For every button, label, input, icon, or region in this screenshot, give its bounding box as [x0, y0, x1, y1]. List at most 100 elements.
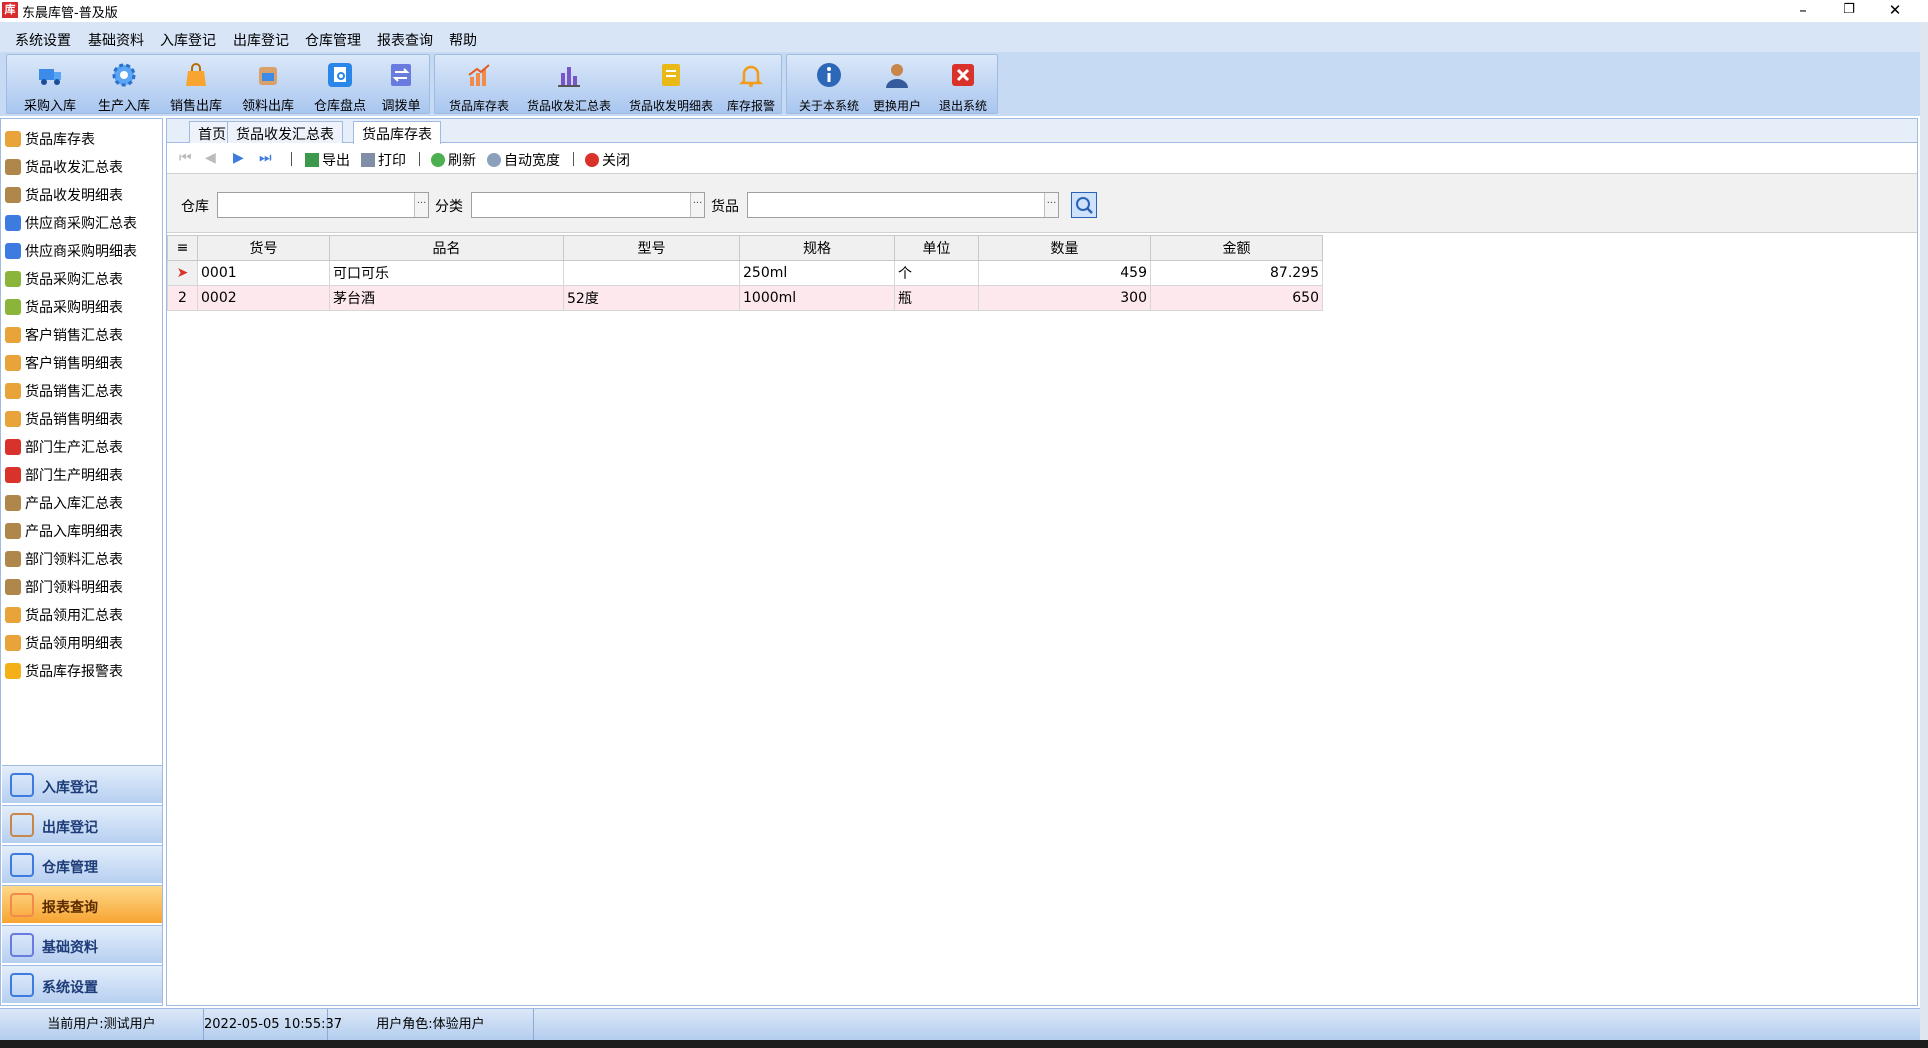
row-indicator-header[interactable]: ≡: [167, 235, 198, 261]
menu-stock-in[interactable]: 入库登记: [160, 30, 216, 50]
goods-select[interactable]: ···: [747, 192, 1059, 218]
cell-name[interactable]: 可口可乐: [329, 260, 564, 286]
cell-spec[interactable]: 1000ml: [739, 285, 895, 311]
next-record-button[interactable]: ▶: [233, 150, 244, 166]
tab-goods-summary[interactable]: 货品收发汇总表: [227, 121, 343, 143]
sidebar-item[interactable]: 货品采购明细表: [5, 297, 123, 319]
report-icon: [5, 411, 21, 427]
column-header-amount[interactable]: 金额: [1150, 235, 1323, 261]
sidebar-item[interactable]: 部门领料汇总表: [5, 549, 123, 571]
cell-qty[interactable]: 459: [978, 260, 1151, 286]
menu-warehouse[interactable]: 仓库管理: [305, 30, 361, 50]
cell-name[interactable]: 茅台酒: [329, 285, 564, 311]
window-title: 东晨库管-普及版: [22, 6, 118, 21]
column-header-unit[interactable]: 单位: [894, 235, 979, 261]
print-button[interactable]: 打印: [361, 150, 406, 170]
column-header-qty[interactable]: 数量: [978, 235, 1151, 261]
sidebar-item[interactable]: 部门领料明细表: [5, 577, 123, 599]
sidebar-item[interactable]: 部门生产汇总表: [5, 437, 123, 459]
sidebar-item[interactable]: 货品库存表: [5, 129, 95, 151]
sidebar-item-label: 部门领料明细表: [25, 580, 123, 596]
production-in-button[interactable]: 生产入库: [87, 55, 161, 114]
section-button[interactable]: 仓库管理: [2, 845, 162, 883]
warehouse-select[interactable]: ···: [217, 192, 429, 218]
category-select[interactable]: ···: [471, 192, 705, 218]
menu-reports[interactable]: 报表查询: [377, 30, 433, 50]
cell-unit[interactable]: 个: [894, 260, 979, 286]
requisition-out-button[interactable]: 领料出库: [231, 55, 305, 114]
sidebar-item[interactable]: 部门生产明细表: [5, 465, 123, 487]
goods-summary-button[interactable]: 货品收发汇总表: [519, 55, 619, 113]
right-edge-scrollbar[interactable]: [1920, 22, 1928, 1048]
cell-spec[interactable]: 250ml: [739, 260, 895, 286]
goods-detail-button[interactable]: 货品收发明细表: [621, 55, 721, 113]
goods-dropdown-button[interactable]: ···: [1044, 193, 1058, 217]
sidebar-item[interactable]: 货品采购汇总表: [5, 269, 123, 291]
sidebar-item[interactable]: 货品销售明细表: [5, 409, 123, 431]
section-button[interactable]: 报表查询: [2, 885, 162, 923]
menu-help[interactable]: 帮助: [449, 30, 477, 50]
sales-out-button[interactable]: 销售出库: [159, 55, 233, 114]
toolbar-group-operations: 采购入库 生产入库 销售出库 领料出库 仓库盘点 调拨单: [6, 54, 430, 114]
minimize-button[interactable]: –: [1780, 0, 1826, 22]
section-button[interactable]: 基础资料: [2, 925, 162, 963]
sidebar-item[interactable]: 货品收发明细表: [5, 185, 123, 207]
cell-amount[interactable]: 87.295: [1150, 260, 1323, 286]
prev-record-button[interactable]: ◀: [205, 150, 216, 166]
cell-qty[interactable]: 300: [978, 285, 1151, 311]
exit-system-button[interactable]: 退出系统: [931, 55, 995, 113]
sidebar-item[interactable]: 货品销售汇总表: [5, 381, 123, 403]
inventory-check-button[interactable]: 仓库盘点: [303, 55, 377, 114]
last-record-button[interactable]: ⏭: [259, 150, 272, 166]
refresh-icon: [431, 153, 445, 167]
stock-alarm-button[interactable]: 库存报警: [721, 55, 781, 113]
sidebar-item[interactable]: 货品库存报警表: [5, 661, 123, 683]
sidebar-item[interactable]: 货品领用明细表: [5, 633, 123, 655]
sidebar-item[interactable]: 客户销售明细表: [5, 353, 123, 375]
warehouse-dropdown-button[interactable]: ···: [414, 193, 428, 217]
first-record-button[interactable]: ⏮: [179, 150, 192, 166]
column-header-spec[interactable]: 规格: [739, 235, 895, 261]
menu-system-settings[interactable]: 系统设置: [15, 30, 71, 50]
refresh-button[interactable]: 刷新: [431, 150, 476, 170]
cell-amount[interactable]: 650: [1150, 285, 1323, 311]
cell-code[interactable]: 0001: [197, 260, 330, 286]
stock-report-button[interactable]: 货品库存表: [443, 55, 515, 113]
table-row[interactable]: 2 0002 茅台酒 52度 1000ml 瓶 300 650: [167, 285, 1323, 311]
sidebar-item[interactable]: 供应商采购明细表: [5, 241, 137, 263]
table-row[interactable]: ➤ 0001 可口可乐 250ml 个 459 87.295: [167, 260, 1323, 286]
transfer-order-button[interactable]: 调拨单: [373, 55, 429, 114]
purchase-in-button[interactable]: 采购入库: [11, 55, 89, 114]
cell-model[interactable]: [563, 260, 740, 286]
section-button[interactable]: 出库登记: [2, 805, 162, 843]
restore-button[interactable]: ❐: [1826, 0, 1872, 22]
menu-basic-data[interactable]: 基础资料: [88, 30, 144, 50]
column-header-name[interactable]: 品名: [329, 235, 564, 261]
tab-stock-report[interactable]: 货品库存表: [353, 121, 441, 144]
about-button[interactable]: 关于本系统: [797, 55, 861, 113]
cell-code[interactable]: 0002: [197, 285, 330, 311]
export-button[interactable]: 导出: [305, 150, 350, 170]
menu-stock-out[interactable]: 出库登记: [233, 30, 289, 50]
sidebar-item[interactable]: 客户销售汇总表: [5, 325, 123, 347]
category-dropdown-button[interactable]: ···: [690, 193, 704, 217]
cell-unit[interactable]: 瓶: [894, 285, 979, 311]
sidebar-item[interactable]: 供应商采购汇总表: [5, 213, 137, 235]
stock-table: ≡ 货号 品名 型号 规格 单位 数量 金额 ➤ 0001 可口可乐 250ml…: [167, 235, 1323, 311]
column-header-model[interactable]: 型号: [563, 235, 740, 261]
section-button[interactable]: 入库登记: [2, 765, 162, 803]
column-header-code[interactable]: 货号: [197, 235, 330, 261]
close-tab-button[interactable]: 关闭: [585, 150, 630, 170]
section-button[interactable]: 系统设置: [2, 965, 162, 1003]
switch-user-button[interactable]: 更换用户: [865, 55, 929, 113]
sidebar-item[interactable]: 产品入库明细表: [5, 521, 123, 543]
sidebar-item[interactable]: 产品入库汇总表: [5, 493, 123, 515]
sidebar-item[interactable]: 货品收发汇总表: [5, 157, 123, 179]
sidebar-item-label: 货品领用汇总表: [25, 608, 123, 624]
cell-model[interactable]: 52度: [563, 285, 740, 311]
sidebar-item[interactable]: 货品领用汇总表: [5, 605, 123, 627]
auto-width-button[interactable]: 自动宽度: [487, 150, 560, 170]
exit-icon: [952, 64, 974, 86]
close-window-button[interactable]: ✕: [1872, 0, 1918, 22]
search-button[interactable]: [1071, 192, 1097, 218]
